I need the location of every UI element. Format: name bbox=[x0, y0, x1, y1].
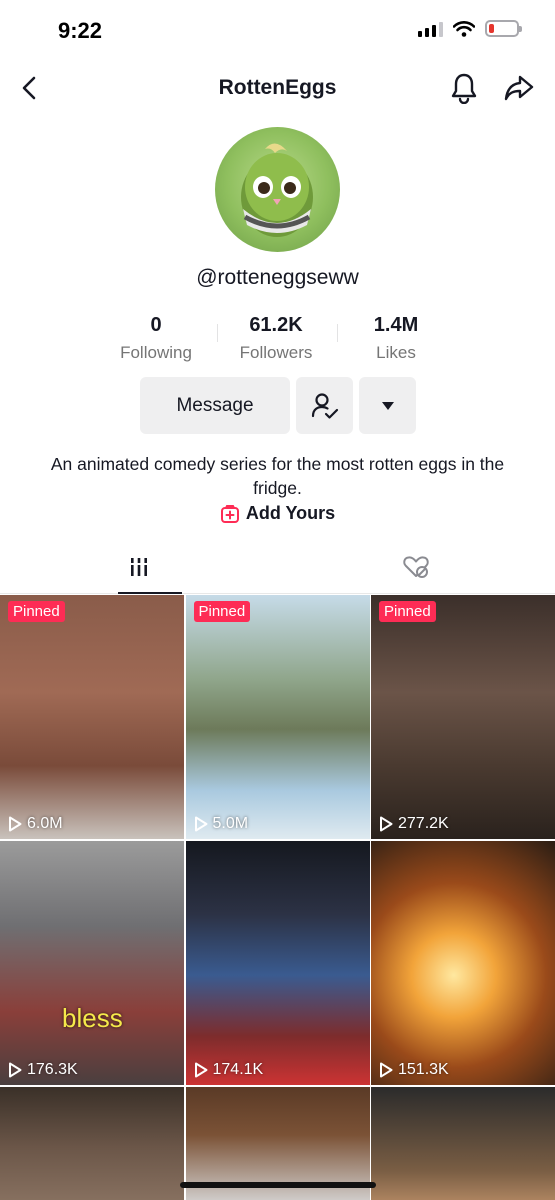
status-icons bbox=[418, 20, 522, 37]
video-tile[interactable]: bless 176.3K bbox=[0, 841, 184, 1085]
add-yours-link[interactable]: Add Yours bbox=[0, 503, 555, 524]
video-tile[interactable]: Pinned 5.0M bbox=[185, 595, 370, 839]
profile-username: @rotteneggseww bbox=[196, 266, 359, 289]
video-tile[interactable]: 151.3K bbox=[371, 841, 555, 1085]
view-count: 151.3K bbox=[379, 1061, 449, 1079]
video-tile[interactable] bbox=[371, 1087, 555, 1200]
status-bar: 9:22 bbox=[0, 0, 555, 62]
video-grid: Pinned 6.0M Pinned 5.0M Pinned 277.2K bl… bbox=[0, 595, 555, 1200]
profile-actions: Message bbox=[140, 377, 416, 434]
wifi-icon bbox=[453, 20, 475, 37]
view-count-label: 151.3K bbox=[398, 1061, 449, 1078]
stat-likes[interactable]: 1.4M Likes bbox=[336, 314, 456, 363]
play-icon bbox=[9, 816, 22, 832]
share-icon[interactable] bbox=[503, 72, 535, 104]
more-options-button[interactable] bbox=[359, 377, 416, 434]
tab-active-indicator bbox=[118, 592, 182, 594]
view-count-label: 5.0M bbox=[212, 815, 249, 832]
profile-header: RottenEggs bbox=[0, 62, 555, 118]
caret-down-icon bbox=[381, 401, 394, 410]
battery-icon bbox=[485, 20, 522, 37]
tab-videos[interactable] bbox=[0, 540, 277, 594]
view-count-label: 176.3K bbox=[27, 1061, 78, 1078]
view-count-label: 174.1K bbox=[212, 1061, 264, 1078]
profile-tabs bbox=[0, 540, 555, 594]
liked-hidden-icon bbox=[402, 556, 429, 578]
bell-icon[interactable] bbox=[449, 72, 479, 104]
view-count: 6.0M bbox=[8, 815, 63, 833]
tab-liked[interactable] bbox=[277, 540, 554, 594]
stat-value: 61.2K bbox=[249, 314, 303, 336]
stat-followers[interactable]: 61.2K Followers bbox=[216, 314, 336, 363]
view-count: 5.0M bbox=[194, 815, 249, 833]
avatar-egg-character-icon bbox=[241, 143, 313, 237]
message-button[interactable]: Message bbox=[140, 377, 290, 434]
pinned-badge: Pinned bbox=[8, 601, 65, 622]
stat-value: 1.4M bbox=[373, 314, 419, 336]
grid-videos-icon bbox=[130, 558, 147, 576]
video-caption: bless bbox=[62, 1003, 123, 1033]
play-icon bbox=[380, 1062, 393, 1078]
friend-status-button[interactable] bbox=[296, 377, 353, 434]
play-icon bbox=[380, 816, 393, 832]
stat-label: Likes bbox=[376, 343, 416, 362]
profile-bio: An animated comedy series for the most r… bbox=[50, 454, 505, 498]
view-count: 277.2K bbox=[379, 815, 449, 833]
avatar[interactable] bbox=[215, 127, 340, 252]
pinned-badge: Pinned bbox=[379, 601, 436, 622]
video-tile[interactable]: 174.1K bbox=[185, 841, 370, 1085]
add-yours-icon bbox=[220, 504, 239, 523]
pinned-badge: Pinned bbox=[193, 601, 251, 622]
stat-label: Followers bbox=[239, 343, 313, 362]
cellular-signal-icon bbox=[418, 21, 443, 37]
stat-value: 0 bbox=[150, 314, 162, 336]
view-count-label: 6.0M bbox=[27, 815, 63, 832]
add-yours-label: Add Yours bbox=[245, 503, 336, 523]
play-icon bbox=[194, 1062, 207, 1078]
stat-label: Following bbox=[120, 343, 192, 362]
play-icon bbox=[194, 816, 207, 832]
video-tile[interactable] bbox=[0, 1087, 184, 1200]
profile-stats: 0 Following 61.2K Followers 1.4M Likes bbox=[96, 314, 456, 363]
video-tile[interactable]: Pinned 277.2K bbox=[371, 595, 555, 839]
video-tile[interactable]: Pinned 6.0M bbox=[0, 595, 184, 839]
view-count: 176.3K bbox=[8, 1061, 78, 1079]
view-count-label: 277.2K bbox=[398, 815, 449, 832]
status-time: 9:22 bbox=[58, 18, 103, 43]
play-icon bbox=[9, 1062, 22, 1078]
stat-following[interactable]: 0 Following bbox=[96, 314, 216, 363]
home-indicator[interactable] bbox=[180, 1182, 376, 1188]
friend-check-icon bbox=[311, 392, 338, 419]
view-count: 174.1K bbox=[194, 1061, 264, 1079]
